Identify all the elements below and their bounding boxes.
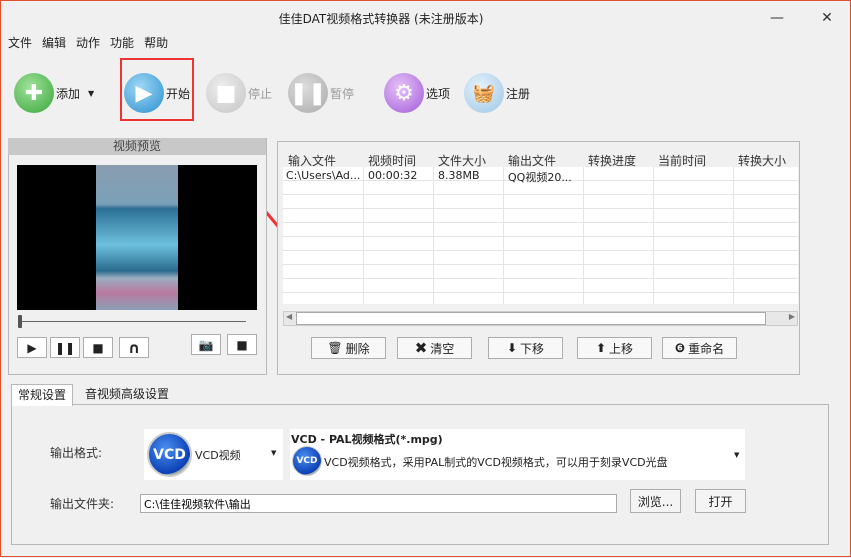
play-icon: ▶ bbox=[27, 340, 37, 355]
cell-output-file: QQ视频20... bbox=[508, 171, 572, 184]
cell-input-file: C:\Users\Ad... bbox=[286, 169, 361, 182]
rename-label: 重命名 bbox=[688, 341, 725, 356]
output-folder-label: 输出文件夹: bbox=[50, 497, 115, 511]
vcd-icon: VCD bbox=[292, 446, 322, 476]
format-value: VCD视频 bbox=[195, 449, 241, 462]
col-input-file[interactable]: 输入文件 bbox=[288, 152, 336, 169]
preset-description: VCD视频格式，采用PAL制式的VCD视频格式，可以用于刻录VCD光盘 bbox=[324, 456, 668, 469]
delete-button[interactable]: 🗑 删除 bbox=[311, 337, 386, 359]
output-folder-input[interactable] bbox=[140, 494, 617, 513]
clear-button[interactable]: ✖ 清空 bbox=[397, 337, 472, 359]
preset-title: VCD - PAL视频格式(*.mpg) bbox=[291, 433, 443, 446]
trash-icon: 🗑 bbox=[327, 341, 343, 355]
browse-button[interactable]: 浏览... bbox=[630, 489, 681, 513]
arrow-down-icon: ⬇ bbox=[506, 341, 518, 355]
headphone-button[interactable]: ∩ bbox=[119, 337, 149, 358]
snapshot-button[interactable]: 📷 bbox=[191, 334, 221, 355]
horizontal-scrollbar[interactable]: ◀ ▶ bbox=[283, 311, 798, 326]
stop-control-button[interactable]: ■ bbox=[83, 337, 113, 358]
arrow-up-icon: ⬆ bbox=[595, 341, 607, 355]
open-folder-button[interactable]: ■ bbox=[227, 334, 257, 355]
headphone-icon: ∩ bbox=[127, 338, 141, 357]
vcd-icon: VCD bbox=[147, 432, 192, 477]
file-table bbox=[283, 167, 798, 304]
move-down-button[interactable]: ⬇ 下移 bbox=[488, 337, 563, 359]
folder-icon: ■ bbox=[236, 337, 248, 352]
video-frame bbox=[96, 165, 178, 310]
clear-label: 清空 bbox=[430, 341, 455, 356]
output-format-label: 输出格式: bbox=[50, 446, 103, 460]
col-current-time[interactable]: 当前时间 bbox=[658, 152, 706, 169]
play-control-button[interactable]: ▶ bbox=[17, 337, 47, 358]
move-up-button[interactable]: ⬆ 上移 bbox=[577, 337, 652, 359]
camera-icon: 📷 bbox=[198, 337, 214, 352]
down-label: 下移 bbox=[520, 341, 545, 356]
format-category-select[interactable]: VCD VCD视频 ▼ bbox=[144, 429, 283, 480]
scrollbar-thumb[interactable] bbox=[296, 312, 766, 325]
col-output-file[interactable]: 输出文件 bbox=[508, 152, 556, 169]
tab-general[interactable]: 常规设置 bbox=[11, 384, 74, 406]
preview-title: 视频预览 bbox=[8, 138, 266, 155]
scroll-right-icon[interactable]: ▶ bbox=[789, 312, 795, 321]
open-folder-button[interactable]: 打开 bbox=[695, 489, 746, 513]
pause-icon: ❚❚ bbox=[54, 340, 76, 355]
dropdown-arrow-icon: ▼ bbox=[734, 451, 740, 459]
format-preset-select[interactable]: VCD - PAL视频格式(*.mpg) VCD VCD视频格式，采用PAL制式… bbox=[290, 429, 745, 480]
col-duration[interactable]: 视频时间 bbox=[368, 152, 416, 169]
rename-button[interactable]: ❻ 重命名 bbox=[662, 337, 737, 359]
seek-slider-track[interactable] bbox=[19, 321, 246, 322]
seek-slider-thumb[interactable] bbox=[18, 315, 22, 328]
dropdown-arrow-icon: ▼ bbox=[271, 449, 277, 457]
pause-control-button[interactable]: ❚❚ bbox=[50, 337, 80, 358]
col-progress[interactable]: 转换进度 bbox=[588, 152, 636, 169]
col-file-size[interactable]: 文件大小 bbox=[438, 152, 486, 169]
video-preview bbox=[17, 165, 257, 310]
cell-file-size: 8.38MB bbox=[438, 169, 480, 182]
up-label: 上移 bbox=[609, 341, 634, 356]
scroll-left-icon[interactable]: ◀ bbox=[286, 312, 292, 321]
col-converted-size[interactable]: 转换大小 bbox=[738, 152, 786, 169]
cell-duration: 00:00:32 bbox=[368, 169, 418, 182]
x-icon: ✖ bbox=[414, 339, 428, 357]
tab-advanced[interactable]: 音视频高级设置 bbox=[79, 384, 175, 405]
delete-label: 删除 bbox=[345, 341, 370, 356]
stop-icon: ■ bbox=[92, 340, 104, 355]
film-reel-icon: ❻ bbox=[674, 341, 686, 355]
